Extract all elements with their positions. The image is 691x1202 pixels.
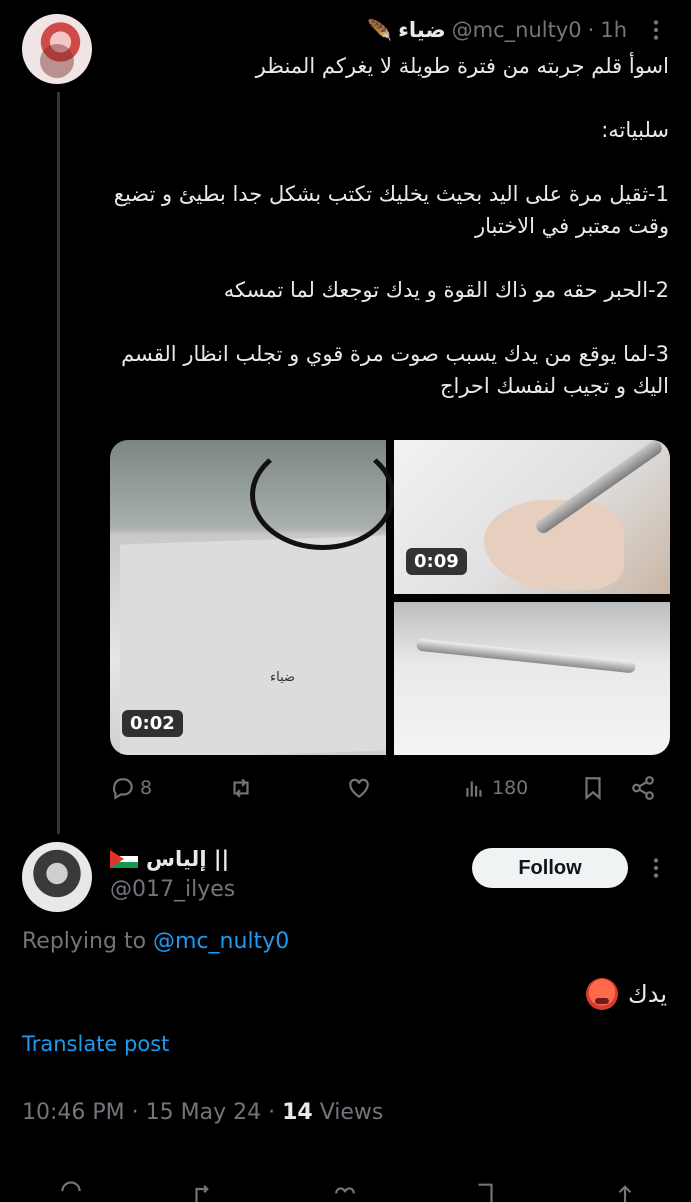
reply-author-name[interactable]: إلياس ||	[146, 847, 229, 871]
video-duration-left: 0:02	[122, 710, 183, 737]
share-button[interactable]	[630, 772, 656, 804]
pen-image	[415, 638, 637, 674]
translate-post-link[interactable]: Translate post	[22, 1032, 169, 1056]
bookmark-button[interactable]	[580, 772, 606, 804]
like-button[interactable]	[346, 772, 372, 804]
retweet-button[interactable]	[228, 772, 254, 804]
hot-face-emoji-icon	[585, 978, 618, 1010]
palestine-flag-icon	[110, 850, 138, 868]
reply-timestamp[interactable]: 10:46 PM · 15 May 24 ·	[22, 1100, 275, 1125]
retweet-icon	[233, 778, 249, 798]
share-icon	[632, 776, 654, 800]
author-name[interactable]: ضياء	[398, 18, 446, 42]
reply-text: يدك	[627, 980, 667, 1008]
like-icon[interactable]	[330, 1176, 360, 1202]
reply-author-name-row: إلياس ||	[110, 847, 229, 871]
reply-text-row: يدك	[585, 978, 667, 1010]
views-count: 180	[492, 777, 529, 799]
reply-views-count: 14	[282, 1100, 313, 1125]
feather-emoji-icon: 🪶	[367, 18, 393, 42]
video-thumbnail-top-right[interactable]: 0:09	[394, 440, 670, 594]
replying-prefix: Replying to	[22, 929, 147, 954]
paper-scribble: ضياء	[270, 670, 296, 685]
reply-icon[interactable]	[56, 1176, 86, 1202]
reply-meta: 10:46 PM · 15 May 24 · 14 Views	[22, 1100, 383, 1125]
tweet-media-grid[interactable]: ضياء 0:02 0:09	[110, 440, 670, 755]
more-icon[interactable]	[643, 17, 669, 43]
reply-button[interactable]: 8	[110, 772, 152, 804]
retweet-icon[interactable]	[188, 1176, 218, 1202]
thread-line	[57, 92, 60, 834]
share-icon[interactable]	[610, 1176, 640, 1202]
cable-image	[250, 440, 395, 550]
reply-count: 8	[140, 777, 153, 799]
video-duration-top-right: 0:09	[406, 548, 467, 575]
replying-handle[interactable]: @mc_nulty0	[153, 929, 289, 954]
author-handle[interactable]: @mc_nulty0	[452, 18, 582, 42]
reply-views-label: Views	[319, 1100, 384, 1125]
views-button[interactable]: 180	[462, 772, 528, 804]
more-icon[interactable]	[643, 855, 669, 881]
reply-action-bar	[0, 1170, 691, 1202]
like-icon	[349, 778, 369, 798]
video-thumbnail-left[interactable]: ضياء 0:02	[110, 440, 395, 755]
tweet-actions: 8 180	[110, 772, 670, 804]
tweet-text: اسوأ قلم جربته من فترة طويلة لا يغركم ال…	[113, 54, 669, 398]
author-avatar[interactable]	[22, 14, 92, 84]
reply-author-avatar[interactable]	[22, 842, 92, 912]
reply-icon	[112, 778, 133, 800]
reply-author-handle[interactable]: @017_ilyes	[110, 877, 235, 902]
photo-bottom-right[interactable]	[394, 602, 670, 755]
tweet-header: 🪶 ضياء @mc_nulty0 · 1h	[367, 14, 627, 46]
follow-button[interactable]: Follow	[472, 848, 628, 888]
replying-to: Replying to @mc_nulty0	[22, 929, 289, 954]
tweet-time[interactable]: 1h	[600, 18, 627, 42]
time-separator: ·	[587, 18, 595, 42]
bookmark-icon	[585, 777, 601, 801]
views-icon	[466, 781, 482, 797]
bookmark-icon[interactable]	[470, 1176, 500, 1202]
